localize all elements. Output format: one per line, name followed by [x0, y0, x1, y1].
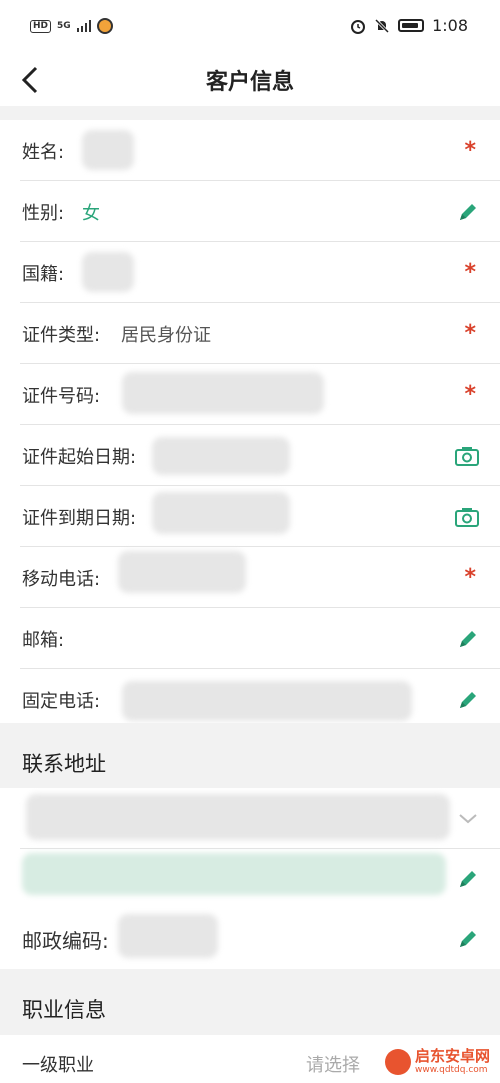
section-title-address: 联系地址: [22, 752, 106, 776]
mute-bell-icon: [375, 18, 390, 33]
field-row-id-type[interactable]: 证件类型: 居民身份证 *: [0, 303, 500, 364]
field-value-id-type: 居民身份证: [121, 325, 211, 346]
section-header-address: 联系地址: [0, 723, 500, 788]
pencil-icon[interactable]: [456, 200, 480, 224]
status-left: HD 5G: [30, 18, 113, 34]
status-right: 1:08: [350, 16, 468, 35]
watermark-url: www.qdtdq.com: [414, 1065, 488, 1075]
field-label-landline: 固定电话:: [22, 691, 101, 712]
postal-code-row[interactable]: 邮政编码:: [0, 908, 500, 969]
required-marker: *: [464, 565, 476, 590]
field-label-email: 邮箱:: [22, 630, 65, 651]
hd-badge: HD: [30, 19, 52, 33]
required-marker: *: [464, 138, 476, 163]
signal-bars-icon: [76, 20, 91, 32]
field-label-mobile: 移动电话:: [22, 569, 101, 590]
redacted-value: [122, 681, 412, 721]
pencil-icon[interactable]: [456, 867, 480, 891]
status-time: 1:08: [432, 16, 468, 35]
field-row-landline[interactable]: 固定电话:: [0, 669, 500, 723]
camera-icon[interactable]: [454, 444, 480, 468]
address-detail-row[interactable]: [0, 849, 500, 908]
pencil-icon[interactable]: [456, 927, 480, 951]
field-label-name: 姓名:: [22, 142, 65, 163]
field-label-id-start-date: 证件起始日期:: [22, 447, 137, 468]
field-label-id-end-date: 证件到期日期:: [22, 508, 137, 529]
watermark-logo-icon: [384, 1048, 411, 1075]
redacted-value: [22, 853, 446, 895]
nav-bar: 客户信息: [0, 56, 500, 106]
field-label-id-type: 证件类型:: [22, 325, 101, 346]
required-marker: *: [464, 321, 476, 346]
redacted-value: [118, 551, 246, 593]
pencil-icon[interactable]: [456, 688, 480, 712]
redacted-value: [26, 794, 450, 840]
redacted-value: [118, 914, 218, 958]
pencil-icon[interactable]: [456, 627, 480, 651]
battery-icon: [398, 19, 425, 32]
redacted-value: [152, 437, 290, 475]
field-label-first-occupation: 一级职业: [22, 1055, 94, 1076]
app-notification-icon: [96, 18, 113, 34]
field-row-mobile[interactable]: 移动电话: *: [0, 547, 500, 608]
field-row-gender[interactable]: 性别: 女: [0, 181, 500, 242]
redacted-value: [152, 492, 290, 534]
page-title: 客户信息: [205, 70, 294, 95]
chevron-down-icon[interactable]: [456, 806, 480, 830]
watermark-text: 启东安卓网 www.qdtdq.com: [414, 1047, 490, 1076]
redacted-value: [122, 372, 324, 414]
redacted-value: [82, 252, 134, 292]
field-label-nationality: 国籍:: [22, 264, 65, 285]
field-label-id-number: 证件号码:: [22, 386, 101, 407]
watermark-name: 启东安卓网: [414, 1047, 490, 1065]
field-row-id-end-date[interactable]: 证件到期日期:: [0, 486, 500, 547]
field-label-postal-code: 邮政编码:: [22, 929, 109, 953]
field-row-id-number[interactable]: 证件号码: *: [0, 364, 500, 425]
camera-icon[interactable]: [454, 505, 480, 529]
first-occupation-placeholder: 请选择: [306, 1055, 360, 1076]
field-label-gender: 性别:: [22, 203, 65, 224]
watermark: 启东安卓网 www.qdtdq.com: [380, 1046, 494, 1077]
field-value-gender: 女: [82, 203, 100, 224]
section-header-occupation: 职业信息: [0, 969, 500, 1035]
field-row-name[interactable]: 姓名: *: [0, 120, 500, 181]
status-bar: HD 5G 1:08: [0, 0, 500, 56]
required-marker: *: [464, 382, 476, 407]
top-gap: [0, 106, 500, 120]
address-region-row[interactable]: [0, 788, 500, 849]
section-title-occupation: 职业信息: [22, 998, 106, 1022]
field-row-email[interactable]: 邮箱:: [0, 608, 500, 669]
first-occupation-row[interactable]: 一级职业 请选择 启东安卓网 www.qdtdq.com: [0, 1035, 500, 1083]
redacted-value: [82, 130, 134, 170]
field-row-id-start-date[interactable]: 证件起始日期:: [0, 425, 500, 486]
field-row-nationality[interactable]: 国籍: *: [0, 242, 500, 303]
signal-indicator: 5G: [57, 21, 71, 31]
alarm-icon: [351, 19, 366, 34]
required-marker: *: [464, 260, 476, 285]
